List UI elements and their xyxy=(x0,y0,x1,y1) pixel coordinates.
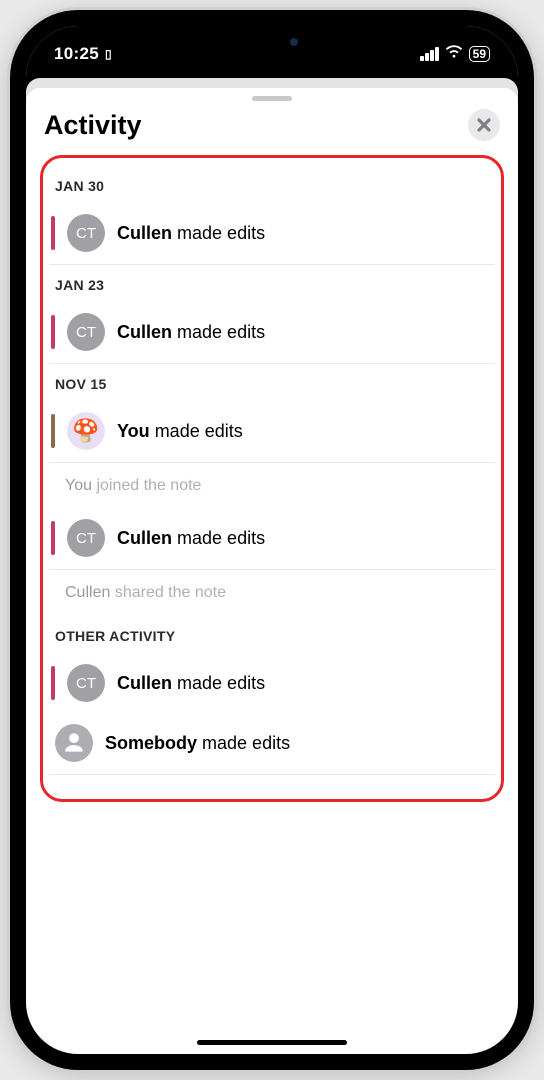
activity-meta: Cullen shared the note xyxy=(49,570,495,616)
avatar: CT xyxy=(67,214,105,252)
activity-text: Cullen made edits xyxy=(117,528,265,549)
activity-row[interactable]: CT Cullen made edits xyxy=(49,204,495,265)
avatar: 🍄 xyxy=(67,412,105,450)
activity-row[interactable]: CT Cullen made edits xyxy=(49,509,495,570)
close-icon xyxy=(477,118,491,132)
section-header: JAN 30 xyxy=(49,166,495,204)
edit-indicator-bar xyxy=(51,666,55,700)
activity-text: Somebody made edits xyxy=(105,733,290,754)
activity-row[interactable]: CT Cullen made edits xyxy=(49,303,495,364)
phone-screen: 10:25 ▯ 59 Activity xyxy=(26,26,518,1054)
notch xyxy=(167,26,377,58)
sim-icon: ▯ xyxy=(105,47,112,61)
sheet-grabber[interactable] xyxy=(252,96,292,101)
section-header: OTHER ACTIVITY xyxy=(49,616,495,654)
person-icon xyxy=(61,730,87,756)
edit-indicator-bar xyxy=(51,521,55,555)
activity-text: You made edits xyxy=(117,421,243,442)
sheet-title: Activity xyxy=(44,110,142,141)
activity-row[interactable]: Somebody made edits xyxy=(49,714,495,775)
avatar: CT xyxy=(67,664,105,702)
edit-indicator-bar xyxy=(51,315,55,349)
edit-indicator-bar xyxy=(51,216,55,250)
activity-sheet: Activity JAN 30 CT Cullen made edits xyxy=(26,88,518,1054)
activity-text: Cullen made edits xyxy=(117,673,265,694)
activity-list-highlight: JAN 30 CT Cullen made edits JAN 23 CT xyxy=(40,155,504,802)
activity-text: Cullen made edits xyxy=(117,322,265,343)
activity-meta: You joined the note xyxy=(49,463,495,509)
avatar: CT xyxy=(67,519,105,557)
status-time: 10:25 xyxy=(54,44,99,64)
edit-indicator-bar xyxy=(51,414,55,448)
avatar xyxy=(55,724,93,762)
battery-indicator: 59 xyxy=(469,46,490,62)
cellular-signal-icon xyxy=(420,47,439,61)
phone-frame: 10:25 ▯ 59 Activity xyxy=(10,10,534,1070)
section-header: JAN 23 xyxy=(49,265,495,303)
activity-row[interactable]: 🍄 You made edits xyxy=(49,402,495,463)
avatar: CT xyxy=(67,313,105,351)
activity-row[interactable]: CT Cullen made edits xyxy=(49,654,495,714)
activity-text: Cullen made edits xyxy=(117,223,265,244)
close-button[interactable] xyxy=(468,109,500,141)
home-indicator[interactable] xyxy=(197,1040,347,1045)
wifi-icon xyxy=(445,45,463,64)
section-header: NOV 15 xyxy=(49,364,495,402)
